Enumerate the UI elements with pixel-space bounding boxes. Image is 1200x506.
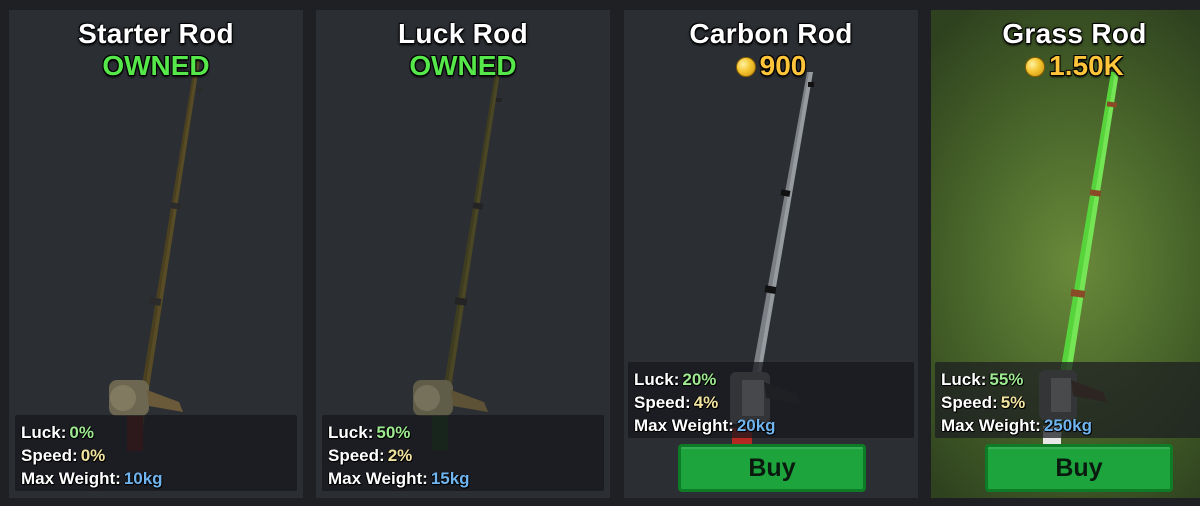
owned-status: OWNED: [409, 50, 517, 81]
weight-value: 10kg: [123, 469, 163, 488]
weight-value: 250kg: [1043, 416, 1093, 435]
luck-value: 50%: [376, 423, 411, 442]
luck-stat: Luck: 50%: [328, 423, 411, 442]
luck-stat: Luck: 0%: [21, 423, 94, 442]
rod-stats-panel: Luck: 50% Speed: 2% Max Weight: 15kg: [322, 415, 604, 491]
rod-card-luck[interactable]: Luck Rod OWNED Luck: 50% Speed: 2% Max W…: [316, 10, 610, 498]
buy-button[interactable]: Buy: [678, 444, 866, 492]
rod-name: Starter Rod: [78, 18, 234, 49]
speed-value: 2%: [387, 446, 413, 465]
speed-stat: Speed: 0%: [21, 446, 106, 465]
luck-stat: Luck: 55%: [941, 370, 1024, 389]
luck-value: 55%: [989, 370, 1024, 389]
speed-value: 5%: [1000, 393, 1026, 412]
weight-value: 15kg: [430, 469, 470, 488]
price-tag: 900: [624, 50, 918, 82]
rod-stats-panel: Luck: 0% Speed: 0% Max Weight: 10kg: [15, 415, 297, 491]
luck-stat: Luck: 20%: [634, 370, 717, 389]
rod-card-carbon[interactable]: Carbon Rod 900 Luck: 20% Speed: 4% Max W…: [624, 10, 918, 498]
weight-stat: Max Weight: 10kg: [21, 469, 163, 488]
coin-icon: [1025, 57, 1046, 77]
speed-value: 4%: [693, 393, 719, 412]
coin-icon: [735, 57, 756, 77]
rod-stats-panel: Luck: 20% Speed: 4% Max Weight: 20kg: [628, 362, 914, 438]
buy-button[interactable]: Buy: [985, 444, 1173, 492]
weight-stat: Max Weight: 20kg: [634, 416, 776, 435]
rod-card-starter[interactable]: Starter Rod OWNED Luck: 0% Speed: 0% Max…: [9, 10, 303, 498]
luck-value: 0%: [69, 423, 94, 442]
speed-stat: Speed: 2%: [328, 446, 413, 465]
price-value: 1.50K: [1049, 50, 1124, 81]
rod-name: Grass Rod: [1002, 18, 1147, 49]
speed-stat: Speed: 4%: [634, 393, 719, 412]
rod-stats-panel: Luck: 55% Speed: 5% Max Weight: 250kg: [935, 362, 1200, 438]
owned-status: OWNED: [102, 50, 210, 81]
speed-value: 0%: [80, 446, 106, 465]
price-tag: 1.50K: [931, 50, 1200, 82]
luck-value: 20%: [682, 370, 717, 389]
rod-card-grass[interactable]: Grass Rod 1.50K Luck: 55% Speed: 5% Max …: [931, 10, 1200, 498]
weight-stat: Max Weight: 15kg: [328, 469, 470, 488]
price-value: 900: [759, 50, 807, 81]
rod-name: Carbon Rod: [689, 18, 853, 49]
speed-stat: Speed: 5%: [941, 393, 1026, 412]
weight-value: 20kg: [736, 416, 776, 435]
weight-stat: Max Weight: 250kg: [941, 416, 1093, 435]
rod-name: Luck Rod: [398, 18, 528, 49]
